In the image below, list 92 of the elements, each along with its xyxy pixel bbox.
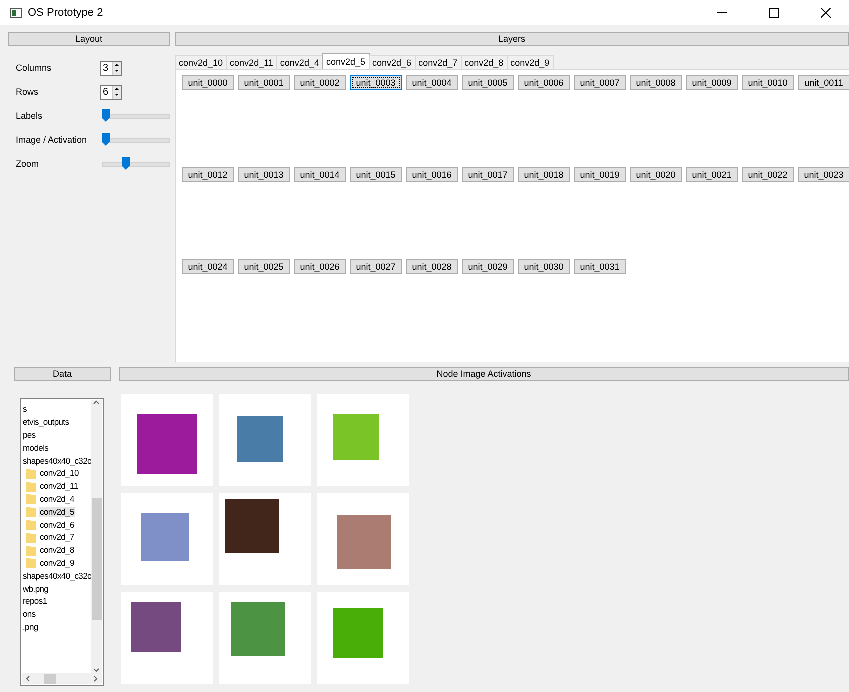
unit-button[interactable]: unit_0026 <box>294 259 346 274</box>
layer-tab[interactable]: conv2d_11 <box>226 55 278 69</box>
spin-box[interactable]: 3 <box>100 60 122 76</box>
slider-label: Image / Activation <box>16 135 88 145</box>
slider-label: Labels <box>16 111 44 121</box>
folder-icon <box>26 557 36 568</box>
scroll-right-icon[interactable] <box>92 676 99 682</box>
unit-button[interactable]: unit_0003 <box>350 75 402 90</box>
unit-button[interactable]: unit_0019 <box>574 167 626 182</box>
vertical-scrollbar[interactable] <box>91 400 102 673</box>
layer-tab[interactable]: conv2d_9 <box>506 55 554 69</box>
folder-icon <box>26 468 36 479</box>
unit-button[interactable]: unit_0005 <box>462 75 514 90</box>
unit-button[interactable]: unit_0015 <box>350 167 402 182</box>
scroll-left-icon[interactable] <box>25 676 32 682</box>
unit-button[interactable]: unit_0010 <box>742 75 794 90</box>
unit-button[interactable]: unit_0020 <box>630 167 682 182</box>
field-label: Rows <box>16 87 40 97</box>
unit-button[interactable]: unit_0024 <box>182 259 234 274</box>
slider-label: Zoom <box>16 159 40 169</box>
folder-icon <box>26 544 36 556</box>
unit-button[interactable]: unit_0031 <box>574 259 626 274</box>
layer-tab[interactable]: conv2d_10 <box>175 55 228 69</box>
unit-button[interactable]: unit_0004 <box>406 75 458 90</box>
scroll-up-icon[interactable] <box>93 400 100 406</box>
section-header: Layers <box>175 32 849 46</box>
unit-button[interactable]: unit_0022 <box>742 167 794 182</box>
close-icon <box>821 8 831 18</box>
spin-box[interactable]: 6 <box>100 84 122 100</box>
slider-thumb[interactable] <box>122 156 130 170</box>
tree-item[interactable]: s <box>22 404 28 414</box>
section-header: Data <box>14 367 111 381</box>
layer-tab[interactable]: conv2d_4 <box>276 55 324 69</box>
tree-item[interactable]: conv2d_9 <box>39 558 76 568</box>
tree-item[interactable]: models <box>22 442 50 453</box>
tree-item[interactable]: repos1 <box>22 596 48 606</box>
unit-button[interactable]: unit_0014 <box>294 167 346 182</box>
unit-button[interactable]: unit_0027 <box>350 259 402 274</box>
unit-button[interactable]: unit_0018 <box>518 167 570 182</box>
window-title: OS Prototype 2 <box>28 6 104 18</box>
tree-item[interactable]: shapes40x40_c32c <box>22 570 91 581</box>
tree-item[interactable]: conv2d_5 <box>39 506 76 517</box>
unit-button[interactable]: unit_0023 <box>798 167 849 182</box>
field-label: Columns <box>16 63 53 73</box>
scroll-down-icon[interactable] <box>93 667 100 673</box>
folder-icon <box>26 519 36 530</box>
unit-button[interactable]: unit_0029 <box>462 259 514 274</box>
unit-button[interactable]: unit_0013 <box>238 167 290 182</box>
scroll-thumb[interactable] <box>92 498 102 620</box>
folder-icon <box>26 532 36 543</box>
tree-item[interactable]: conv2d_10 <box>39 468 80 478</box>
unit-button[interactable]: unit_0002 <box>294 75 346 90</box>
tree-item[interactable]: etvis_outputs <box>22 417 70 428</box>
tree-item[interactable]: pes <box>22 430 37 440</box>
section-header: Layout <box>8 32 170 46</box>
unit-button[interactable]: unit_0001 <box>238 75 290 90</box>
unit-button[interactable]: unit_0011 <box>798 75 849 90</box>
tree-item[interactable]: conv2d_7 <box>39 532 76 542</box>
unit-button[interactable]: unit_0017 <box>462 167 514 182</box>
section-header: Node Image Activations <box>119 367 849 381</box>
tree-item[interactable]: conv2d_11 <box>39 481 80 492</box>
tree-item[interactable]: conv2d_6 <box>39 520 76 530</box>
tree-item[interactable]: .png <box>22 622 40 632</box>
unit-button[interactable]: unit_0025 <box>238 259 290 274</box>
folder-icon <box>26 506 36 518</box>
folder-icon <box>26 480 36 492</box>
tree-item[interactable]: ons <box>22 609 37 620</box>
unit-button[interactable]: unit_0016 <box>406 167 458 182</box>
layer-tab[interactable]: conv2d_5 <box>322 53 370 69</box>
unit-button[interactable]: unit_0030 <box>518 259 570 274</box>
unit-button[interactable]: unit_0007 <box>574 75 626 90</box>
horizontal-scrollbar[interactable] <box>22 673 102 684</box>
tree-item[interactable]: conv2d_4 <box>39 494 76 504</box>
slider-thumb[interactable] <box>102 108 110 122</box>
scroll-thumb[interactable] <box>44 674 56 684</box>
unit-button[interactable]: unit_0006 <box>518 75 570 90</box>
unit-button[interactable]: unit_0021 <box>686 167 738 182</box>
layer-tab[interactable]: conv2d_7 <box>414 55 462 69</box>
tree-item[interactable]: shapes40x40_c32c <box>22 456 91 466</box>
unit-button[interactable]: unit_0008 <box>630 75 682 90</box>
slider-thumb[interactable] <box>102 132 110 146</box>
unit-button[interactable]: unit_0009 <box>686 75 738 90</box>
tree-item[interactable]: conv2d_8 <box>39 545 76 556</box>
unit-button[interactable]: unit_0028 <box>406 259 458 274</box>
layer-tab[interactable]: conv2d_6 <box>368 55 416 69</box>
folder-icon <box>26 493 36 504</box>
unit-button[interactable]: unit_0000 <box>182 75 234 90</box>
maximize-icon <box>769 8 779 18</box>
unit-button[interactable]: unit_0012 <box>182 167 234 182</box>
tree-item[interactable]: wb.png <box>22 584 50 594</box>
app-icon <box>10 8 22 18</box>
layer-tab[interactable]: conv2d_8 <box>460 55 508 69</box>
